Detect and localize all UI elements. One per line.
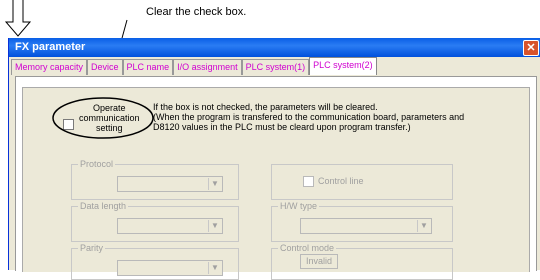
hw-type-label: H/W type bbox=[278, 201, 320, 211]
parity-label: Parity bbox=[78, 243, 106, 253]
data-length-label: Data length bbox=[78, 201, 129, 211]
control-mode-group: Control mode Invalid bbox=[271, 243, 453, 280]
instruction-callout: Clear the check box. bbox=[146, 6, 247, 18]
control-mode-label: Control mode bbox=[278, 243, 337, 253]
close-button[interactable]: ✕ bbox=[523, 40, 539, 56]
tab-memory-capacity[interactable]: Memory capacity bbox=[11, 59, 88, 75]
highlight-oval bbox=[52, 97, 154, 139]
data-length-group: Data length ▼ bbox=[71, 201, 239, 242]
protocol-label: Protocol bbox=[78, 159, 116, 169]
tab-plc-system-2[interactable]: PLC system(2) bbox=[309, 57, 377, 75]
control-line-group: Control line bbox=[271, 164, 453, 200]
parity-dropdown[interactable]: ▼ bbox=[117, 260, 223, 276]
chevron-down-icon: ▼ bbox=[208, 262, 221, 274]
protocol-group: Protocol ▼ bbox=[71, 159, 239, 200]
tab-strip: Memory capacity Device PLC name I/O assi… bbox=[11, 57, 377, 76]
tab-plc-system-1[interactable]: PLC system(1) bbox=[241, 59, 310, 75]
chevron-down-icon: ▼ bbox=[417, 220, 430, 232]
data-length-dropdown[interactable]: ▼ bbox=[117, 218, 223, 234]
protocol-dropdown[interactable]: ▼ bbox=[117, 176, 223, 192]
tab-device[interactable]: Device bbox=[87, 59, 123, 75]
chevron-down-icon: ▼ bbox=[208, 178, 221, 190]
fx-parameter-window: FX parameter ✕ Memory capacity Device PL… bbox=[8, 38, 540, 280]
hw-type-group: H/W type ▼ bbox=[271, 201, 453, 242]
control-mode-value: Invalid bbox=[300, 254, 339, 269]
control-line-label: Control line bbox=[318, 176, 364, 186]
info-text: If the box is not checked, the parameter… bbox=[153, 102, 465, 132]
title-bar[interactable]: FX parameter ✕ bbox=[9, 38, 540, 57]
control-line-checkbox[interactable] bbox=[303, 176, 314, 187]
window-title: FX parameter bbox=[15, 41, 86, 53]
chevron-down-icon: ▼ bbox=[208, 220, 221, 232]
tab-plc-name[interactable]: PLC name bbox=[122, 59, 174, 75]
down-arrow-icon bbox=[4, 0, 32, 37]
tab-io-assignment[interactable]: I/O assignment bbox=[173, 59, 242, 75]
parity-group: Parity ▼ bbox=[71, 243, 239, 280]
hw-type-dropdown[interactable]: ▼ bbox=[300, 218, 432, 234]
